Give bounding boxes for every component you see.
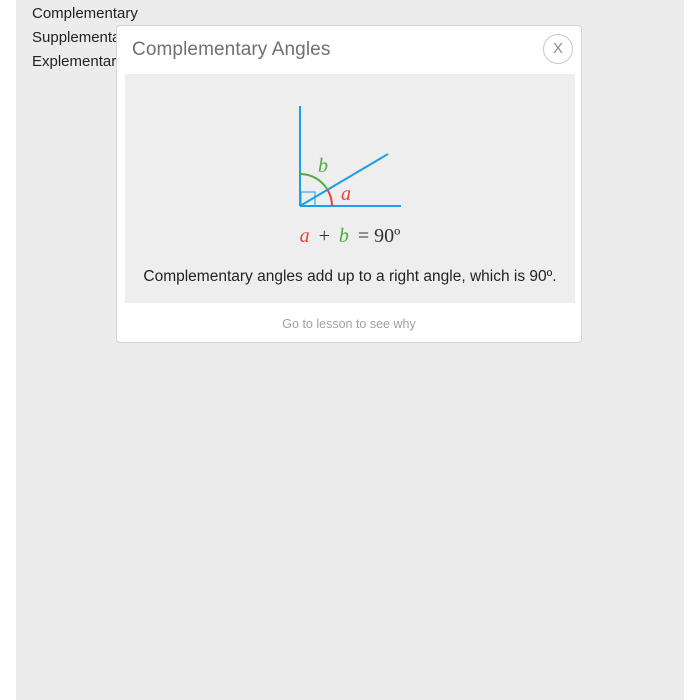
equation-rhs: = 90º <box>358 225 400 247</box>
angle-b-label: b <box>318 155 328 177</box>
dialog-content: b a a + b = 90º Complementary angles add… <box>125 74 575 303</box>
angle-a-label: a <box>341 183 351 205</box>
angle-equation: a + b = 90º <box>300 225 401 247</box>
explanation-text: Complementary angles add up to a right a… <box>143 268 557 285</box>
complementary-angles-dialog: Complementary Angles X b a a + b = 90º C… <box>116 25 582 343</box>
dialog-title: Complementary Angles <box>132 39 331 60</box>
equation-plus: + <box>319 225 330 247</box>
equation-b: b <box>339 225 349 247</box>
angle-a-arc <box>326 189 333 207</box>
complementary-angles-diagram: b a a + b = 90º <box>299 106 401 247</box>
equation-a: a <box>300 225 310 247</box>
option-complementary[interactable]: Complementary <box>32 2 138 26</box>
close-button[interactable]: X <box>543 34 573 64</box>
go-to-lesson-link[interactable]: Go to lesson to see why <box>117 317 581 331</box>
